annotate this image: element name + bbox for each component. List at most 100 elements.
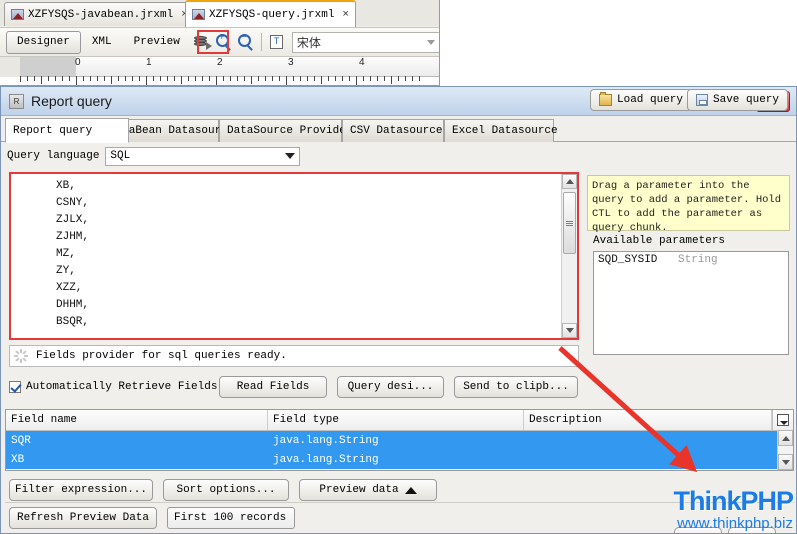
- report-query-icon: R: [9, 93, 24, 109]
- zoom-out-icon[interactable]: −: [235, 31, 257, 53]
- query-language-label: Query language: [7, 150, 100, 162]
- auto-retrieve-label: Automatically Retrieve Fields: [26, 381, 218, 393]
- close-tab-icon[interactable]: ×: [342, 9, 349, 21]
- checkbox-icon[interactable]: [9, 381, 21, 393]
- ruler-ticks: [20, 76, 420, 85]
- save-query-button[interactable]: Save query: [687, 89, 789, 111]
- available-parameters-list[interactable]: SQD_SYSID String: [593, 251, 789, 355]
- sort-options-button[interactable]: Sort options...: [163, 479, 289, 501]
- auto-retrieve-fields-checkbox[interactable]: Automatically Retrieve Fields: [9, 381, 217, 393]
- sql-query-editor[interactable]: XB, CSNY, ZJLX, ZJHM, MZ, ZY, XZZ, DHHM,…: [11, 174, 560, 338]
- scroll-up-icon[interactable]: [778, 430, 793, 446]
- editor-tab-label: XZFYSQS-javabean.jrxml: [28, 8, 174, 21]
- fields-action-row: Automatically Retrieve Fields Read Field…: [9, 375, 579, 399]
- status-text: Fields provider for sql queries ready.: [36, 350, 287, 362]
- tab-csv-datasource[interactable]: CSV Datasource: [342, 119, 444, 142]
- scroll-up-icon[interactable]: [562, 174, 577, 189]
- available-parameters-label: Available parameters: [593, 235, 726, 247]
- folder-icon: [599, 92, 612, 106]
- cell-field-name: SQR: [11, 434, 31, 447]
- column-header-field-name[interactable]: Field name: [6, 410, 268, 430]
- filter-expression-button[interactable]: Filter expression...: [9, 479, 153, 501]
- ruler-mark: 0: [75, 57, 81, 68]
- status-bar: Fields provider for sql queries ready.: [9, 345, 579, 367]
- cell-field-name: XB: [11, 453, 25, 466]
- preview-view-button[interactable]: Preview: [123, 31, 191, 54]
- chevron-down-icon: [426, 39, 435, 45]
- sql-line: XZZ,: [56, 282, 83, 294]
- records-limit-value: First 100 records: [174, 512, 287, 524]
- jrxml-file-icon: [11, 9, 24, 20]
- table-column-chooser-icon[interactable]: [772, 410, 793, 430]
- tab-label: DataSource Provider: [227, 125, 353, 137]
- dataset-icon[interactable]: [191, 31, 213, 53]
- ruler-bar: 0 1 2 3 4: [20, 57, 439, 77]
- sql-line: MZ,: [56, 248, 76, 260]
- ruler-mark: 1: [146, 57, 152, 68]
- editor-ruler: 0 1 2 3 4: [0, 56, 439, 85]
- editor-tab-label: XZFYSQS-query.jrxml: [209, 8, 335, 21]
- ruler-corner: [0, 57, 21, 77]
- sql-query-editor-highlight: XB, CSNY, ZJLX, ZJHM, MZ, ZY, XZZ, DHHM,…: [9, 172, 579, 340]
- jrxml-file-icon: [192, 9, 205, 20]
- query-language-select[interactable]: SQL: [105, 146, 301, 166]
- scrollbar-thumb[interactable]: [563, 192, 576, 254]
- tab-report-query[interactable]: Report query: [5, 118, 129, 143]
- save-query-label: Save query: [713, 94, 780, 106]
- tab-label: Report query: [13, 124, 93, 137]
- dialog-title: Report query: [31, 93, 112, 109]
- refresh-preview-data-button[interactable]: Refresh Preview Data: [9, 507, 157, 529]
- font-family-value: 宋体: [296, 35, 321, 50]
- sql-line: XB,: [56, 180, 76, 192]
- toolbar-divider: [260, 33, 262, 51]
- ruler-mark: 3: [288, 57, 294, 68]
- preview-data-label: Preview data: [319, 484, 399, 496]
- scroll-down-icon[interactable]: [778, 454, 793, 470]
- tab-datasource-provider[interactable]: DataSource Provider: [219, 119, 352, 142]
- fields-table: Field name Field type Description SQR ja…: [5, 409, 794, 471]
- records-limit-select[interactable]: First 100 records: [167, 507, 295, 529]
- save-disk-icon: [696, 94, 708, 106]
- editor-tab-query[interactable]: XZFYSQS-query.jrxml ×: [185, 0, 357, 27]
- table-scrollbar[interactable]: [777, 430, 793, 470]
- font-family-select[interactable]: 宋体: [291, 31, 439, 53]
- chevron-down-icon: [285, 153, 296, 159]
- table-header: Field name Field type Description: [6, 410, 793, 431]
- preview-data-button[interactable]: Preview data: [299, 479, 437, 501]
- table-row[interactable]: XB java.lang.String: [6, 450, 793, 469]
- sql-line: DHHM,: [56, 299, 90, 311]
- sql-line: ZJHM,: [56, 231, 90, 243]
- loading-spinner-icon: [14, 349, 28, 363]
- preview-options-row: Filter expression... Sort options... Pre…: [9, 479, 437, 501]
- watermark-brand: ThinkPHP: [673, 486, 794, 516]
- parameter-row[interactable]: SQD_SYSID String: [594, 252, 788, 268]
- load-query-label: Load query: [617, 94, 684, 106]
- query-designer-button[interactable]: Query desi...: [337, 376, 444, 398]
- read-fields-button[interactable]: Read Fields: [219, 376, 327, 398]
- sql-editor-scrollbar[interactable]: [561, 174, 577, 338]
- cell-field-type: java.lang.String: [273, 453, 379, 466]
- report-query-dialog: R Report query x Report query JavaBean D…: [0, 86, 797, 534]
- editor-toolbar: Designer XML Preview + − 宋体: [0, 27, 439, 56]
- designer-view-button[interactable]: Designer: [6, 30, 81, 54]
- tab-excel-datasource[interactable]: Excel Datasource: [444, 119, 558, 142]
- xml-view-button[interactable]: XML: [81, 31, 123, 54]
- load-query-button[interactable]: Load query: [590, 89, 693, 111]
- table-row[interactable]: SQR java.lang.String: [6, 431, 793, 450]
- dialog-tabstrip: Report query JavaBean Datasource DataSou…: [1, 118, 796, 143]
- sql-line: BSQR,: [56, 316, 90, 328]
- column-header-field-type[interactable]: Field type: [268, 410, 524, 430]
- parameter-hint: Drag a parameter into the query to add a…: [587, 175, 790, 234]
- column-header-description[interactable]: Description: [524, 410, 772, 430]
- editor-tab-javabean[interactable]: XZFYSQS-javabean.jrxml ×: [4, 2, 195, 26]
- query-language-row: Query language SQL: [1, 143, 796, 169]
- zoom-in-icon[interactable]: +: [213, 31, 235, 53]
- tab-label: Excel Datasource: [452, 125, 558, 137]
- scroll-down-icon[interactable]: [562, 323, 577, 338]
- parameter-name: SQD_SYSID: [598, 254, 658, 266]
- cell-field-type: java.lang.String: [273, 434, 379, 447]
- preview-refresh-row: Refresh Preview Data First 100 records: [9, 507, 295, 529]
- send-to-clipboard-button[interactable]: Send to clipb...: [454, 376, 578, 398]
- ruler-mark: 4: [359, 57, 365, 68]
- page-format-icon[interactable]: [266, 31, 288, 53]
